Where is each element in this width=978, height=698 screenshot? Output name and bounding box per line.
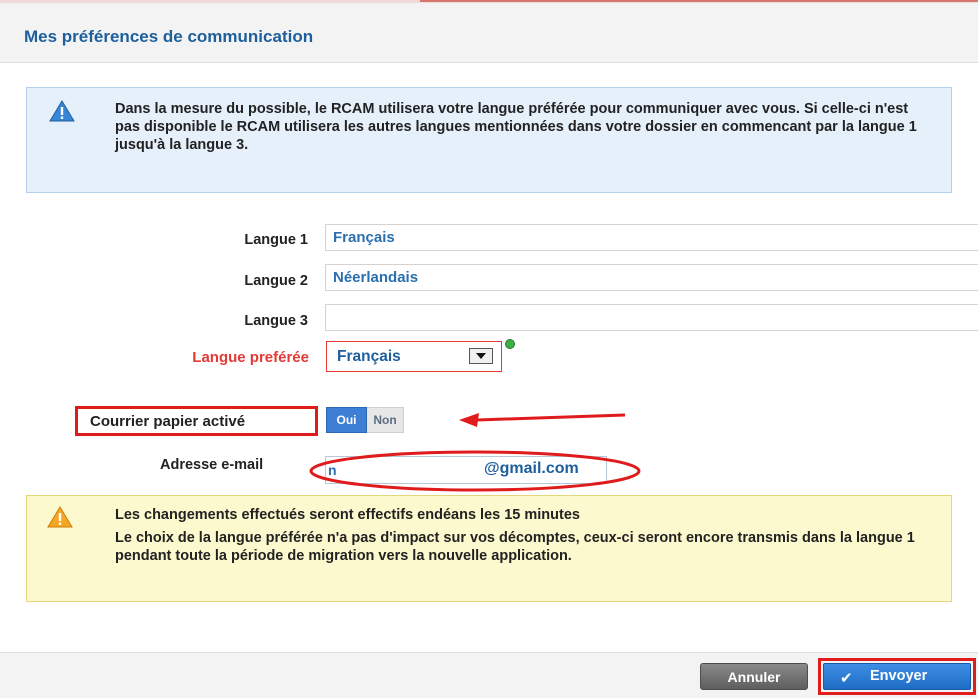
langue1-field[interactable]: Français — [325, 224, 978, 251]
info-message: Dans la mesure du possible, le RCAM util… — [26, 87, 952, 193]
langue1-label: Langue 1 — [244, 232, 308, 248]
paper-mail-toggle[interactable]: Oui Non — [326, 407, 404, 433]
preferred-language-label: Langue preférée — [192, 349, 309, 366]
preferred-language-select[interactable]: Français — [326, 341, 502, 372]
dialog-title: Mes préférences de communication — [24, 27, 314, 46]
annotation-ellipse-icon — [309, 450, 641, 492]
check-icon: ✔ — [840, 670, 853, 687]
dialog-header: Mes préférences de communication — [0, 3, 978, 63]
toggle-oui[interactable]: Oui — [326, 407, 367, 433]
send-button-label: Envoyer — [870, 668, 928, 684]
langue2-label: Langue 2 — [244, 273, 308, 289]
info-triangle-icon — [49, 100, 75, 122]
info-text: Dans la mesure du possible, le RCAM util… — [115, 101, 917, 153]
paper-mail-label: Courrier papier activé — [75, 406, 318, 436]
warning-triangle-icon — [47, 506, 73, 528]
dialog-footer: Annuler ✔ Envoyer — [0, 652, 978, 698]
valid-check-icon — [505, 339, 515, 349]
warning-text: Le choix de la langue préférée n'a pas d… — [115, 530, 915, 564]
email-label: Adresse e-mail — [160, 457, 264, 473]
send-button-highlight: ✔ Envoyer — [818, 658, 976, 695]
dropdown-button[interactable] — [469, 348, 493, 364]
annotation-arrow-icon — [459, 413, 626, 427]
langue2-field[interactable]: Néerlandais — [325, 264, 978, 291]
warning-message: Les changements effectués seront effecti… — [26, 495, 952, 602]
send-button[interactable]: ✔ Envoyer — [823, 663, 971, 690]
chevron-down-icon — [476, 353, 486, 359]
warning-title: Les changements effectués seront effecti… — [115, 507, 580, 523]
langue3-label: Langue 3 — [244, 313, 308, 329]
preferred-language-value: Français — [337, 348, 401, 365]
langue3-field[interactable] — [325, 304, 978, 331]
cancel-button[interactable]: Annuler — [700, 663, 808, 690]
toggle-non[interactable]: Non — [367, 407, 404, 433]
